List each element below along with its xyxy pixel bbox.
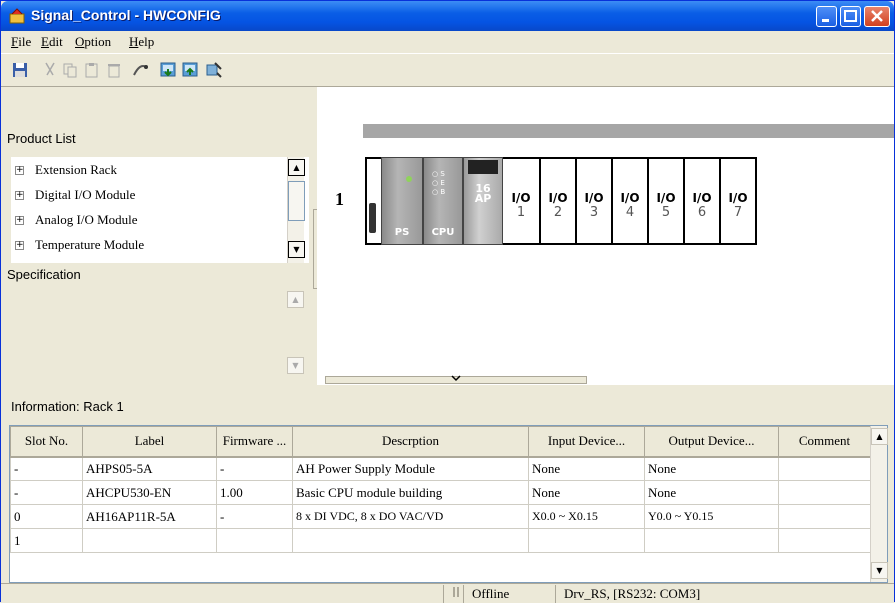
io-slot-2[interactable]: I/O 2 xyxy=(541,157,577,245)
module-16ap[interactable]: 16 AP xyxy=(463,157,503,245)
column-output-device[interactable]: Output Device... xyxy=(644,426,779,458)
io-slot-6[interactable]: I/O 6 xyxy=(685,157,721,245)
rack-view: 1 PS ○ S ○ E ○ B CPU 16 AP I/O 1 I/O 2 I/O 3 … xyxy=(317,87,894,385)
table-header-row: Slot No. Label Firmware ... Descrption I… xyxy=(10,426,871,458)
specification-label: Specification xyxy=(7,267,81,282)
application-window: Signal_Control - HWCONFIG File Edit Opti… xyxy=(0,0,895,603)
module-grid: Slot No. Label Firmware ... Descrption I… xyxy=(10,426,871,553)
toolbar xyxy=(1,53,894,87)
scan-icon[interactable] xyxy=(205,61,223,79)
column-description[interactable]: Descrption xyxy=(292,426,529,458)
information-label: Information: Rack 1 xyxy=(11,399,124,414)
spec-scroll-down-icon[interactable]: ▼ xyxy=(287,357,304,374)
scroll-down-icon[interactable]: ▼ xyxy=(288,241,305,258)
column-label[interactable]: Label xyxy=(82,426,217,458)
module-ps[interactable]: PS xyxy=(381,157,423,245)
rack-left-cap xyxy=(365,157,381,245)
delete-icon[interactable] xyxy=(105,61,123,79)
tree-item-analog-io[interactable]: Analog I/O Module xyxy=(35,212,138,228)
io-slot-3[interactable]: I/O 3 xyxy=(577,157,613,245)
menu-bar: File Edit Option Help xyxy=(1,31,894,53)
close-button[interactable] xyxy=(864,6,890,27)
module-label: PS xyxy=(394,227,410,238)
status-bar: Offline Drv_RS, [RS232: COM3] xyxy=(1,583,894,603)
collapse-down-icon[interactable] xyxy=(451,374,461,382)
module-table: Slot No. Label Firmware ... Descrption I… xyxy=(9,425,888,583)
column-slot-no[interactable]: Slot No. xyxy=(10,426,83,458)
table-scroll-up-icon[interactable]: ▲ xyxy=(871,428,888,445)
module-label: 16 AP xyxy=(474,182,492,205)
table-scrollbar[interactable]: ▲ ▼ xyxy=(870,426,888,582)
minimize-button[interactable] xyxy=(816,6,837,27)
scroll-up-icon[interactable]: ▲ xyxy=(288,159,305,176)
rack-header-bar xyxy=(363,124,894,138)
scroll-thumb[interactable] xyxy=(288,181,305,221)
rack-number: 1 xyxy=(335,189,344,209)
io-slot-5[interactable]: I/O 5 xyxy=(649,157,685,245)
close-icon xyxy=(871,10,883,22)
module-cpu[interactable]: ○ S ○ E ○ B CPU xyxy=(423,157,463,245)
menu-edit[interactable]: Edit xyxy=(41,34,63,50)
window-title: Signal_Control - HWCONFIG xyxy=(31,7,221,23)
title-bar[interactable]: Signal_Control - HWCONFIG xyxy=(1,1,894,31)
expand-icon[interactable]: + xyxy=(15,241,24,250)
product-list-label: Product List xyxy=(7,131,76,146)
expand-icon[interactable]: + xyxy=(15,216,24,225)
column-firmware[interactable]: Firmware ... xyxy=(216,426,293,458)
status-connection: Offline xyxy=(463,585,555,603)
spec-scroll-up-icon[interactable]: ▲ xyxy=(287,291,304,308)
product-panel: Product List + Extension Rack + Digital … xyxy=(1,87,317,385)
table-scroll-down-icon[interactable]: ▼ xyxy=(871,562,888,579)
expand-icon[interactable]: + xyxy=(15,166,24,175)
module-label: CPU xyxy=(431,227,455,238)
tree-item-digital-io[interactable]: Digital I/O Module xyxy=(35,187,135,203)
cut-icon[interactable] xyxy=(41,61,59,79)
column-comment[interactable]: Comment xyxy=(778,426,871,458)
product-tree[interactable]: + Extension Rack + Digital I/O Module + … xyxy=(11,157,309,263)
io-slot-7[interactable]: I/O 7 xyxy=(721,157,757,245)
paste-icon[interactable] xyxy=(83,61,101,79)
tree-scrollbar[interactable]: ▲ ▼ xyxy=(287,157,305,263)
save-icon[interactable] xyxy=(11,61,29,79)
connect-icon[interactable] xyxy=(131,61,149,79)
table-row[interactable]: - AHCPU530-EN 1.00 Basic CPU module buildin… xyxy=(10,480,871,505)
status-driver: Drv_RS, [RS232: COM3] xyxy=(555,585,894,603)
table-row[interactable]: - AHPS05-5A - AH Power Supply Module None Non… xyxy=(10,456,871,481)
maximize-button[interactable] xyxy=(840,6,861,27)
tree-item-temperature[interactable]: Temperature Module xyxy=(35,237,144,253)
menu-option[interactable]: Option xyxy=(75,34,111,50)
expand-icon[interactable]: + xyxy=(15,191,24,200)
table-row[interactable]: 0 AH16AP11R-5A -8 x DI VDC, 8 x DO VAC/VD X… xyxy=(10,504,871,529)
download-icon[interactable] xyxy=(159,61,177,79)
copy-icon[interactable] xyxy=(61,61,79,79)
tree-item-extension-rack[interactable]: Extension Rack xyxy=(35,162,117,178)
maximize-icon xyxy=(844,10,857,22)
minimize-icon xyxy=(822,19,829,22)
io-slot-1[interactable]: I/O 1 xyxy=(503,157,541,245)
column-input-device[interactable]: Input Device... xyxy=(528,426,645,458)
app-icon xyxy=(9,8,25,24)
upload-icon[interactable] xyxy=(181,61,199,79)
status-grip-icon xyxy=(443,585,463,603)
menu-file[interactable]: File xyxy=(11,34,31,50)
specification-box: ▲ ▼ xyxy=(11,283,309,383)
menu-help[interactable]: Help xyxy=(129,34,154,50)
io-slot-4[interactable]: I/O 4 xyxy=(613,157,649,245)
table-row[interactable]: 1 xyxy=(10,528,871,553)
